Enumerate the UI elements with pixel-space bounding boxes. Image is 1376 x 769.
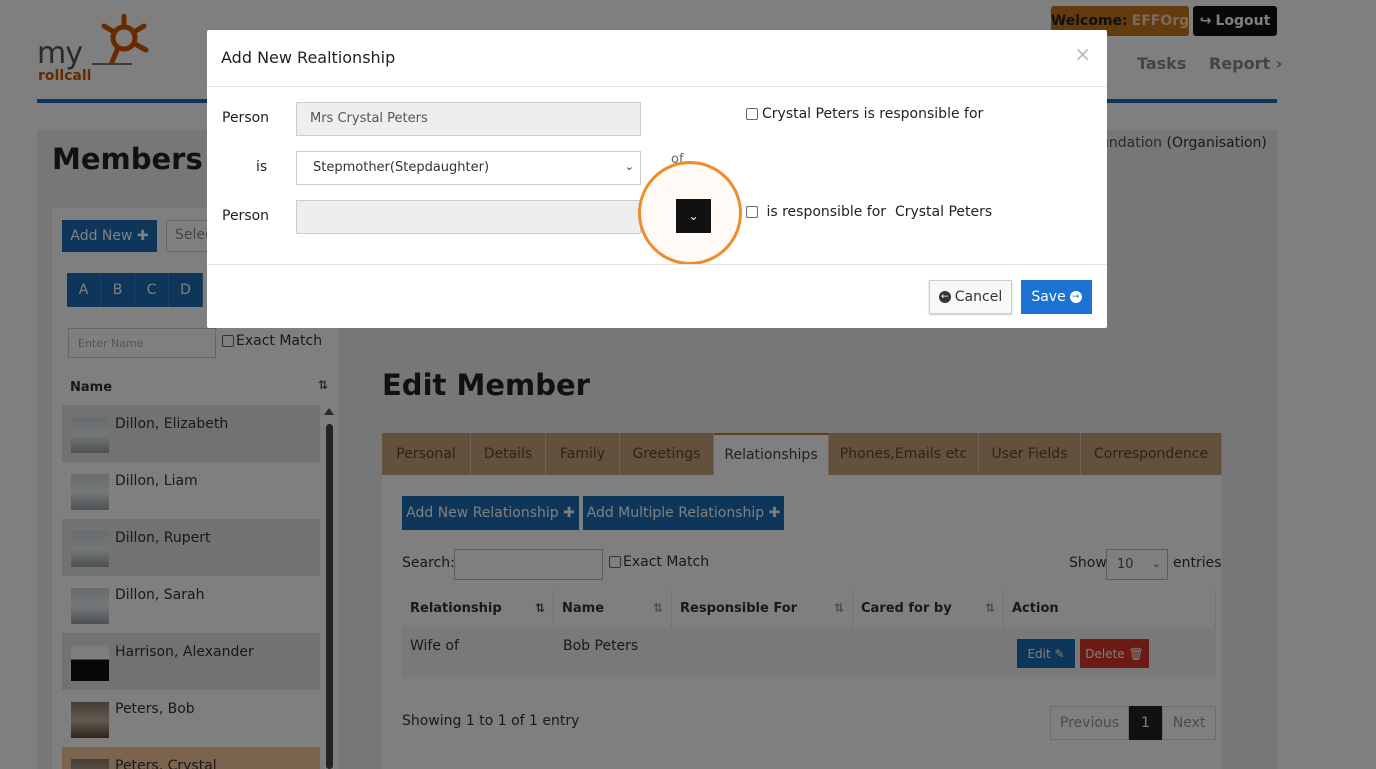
person-field: Mrs Crystal Peters <box>296 102 641 136</box>
relationship-type-select[interactable]: Stepmother(Stepdaughter) ⌄ <box>296 151 641 185</box>
chevron-down-icon: ⌄ <box>624 160 634 173</box>
second-person-field[interactable] <box>296 200 641 234</box>
cancel-label: Cancel <box>954 289 1003 305</box>
is-responsible-for-checkbox[interactable]: is responsible for Crystal Peters <box>746 204 992 220</box>
checkbox-box[interactable] <box>746 206 758 218</box>
responsible-for-checkbox[interactable]: Crystal Peters is responsible for <box>746 106 983 122</box>
responsible-for-label: Crystal Peters is responsible for <box>762 106 984 122</box>
cancel-button[interactable]: ← Cancel <box>929 280 1012 314</box>
save-button[interactable]: Save → <box>1021 280 1092 314</box>
chevron-down-icon: ⌄ <box>688 209 699 223</box>
arrow-left-circle-icon: ← <box>938 291 951 303</box>
checkbox-box[interactable] <box>746 108 758 120</box>
modal-header-divider <box>207 86 1107 87</box>
modal-title: Add New Realtionship <box>221 48 396 67</box>
close-icon[interactable]: × <box>1074 42 1091 66</box>
person-dropdown-button[interactable]: ⌄ <box>676 199 711 233</box>
relationship-type-value: Stepmother(Stepdaughter) <box>313 160 490 175</box>
save-label: Save <box>1031 289 1066 305</box>
person-label: Person <box>222 110 270 126</box>
arrow-right-circle-icon: → <box>1069 291 1082 303</box>
second-person-label: Person <box>222 208 270 224</box>
modal-footer-divider <box>207 264 1107 265</box>
is-label: is <box>256 159 268 175</box>
add-relationship-modal: Add New Realtionship × Person Mrs Crysta… <box>207 30 1107 328</box>
is-responsible-for-label: is responsible for Crystal Peters <box>762 204 993 220</box>
